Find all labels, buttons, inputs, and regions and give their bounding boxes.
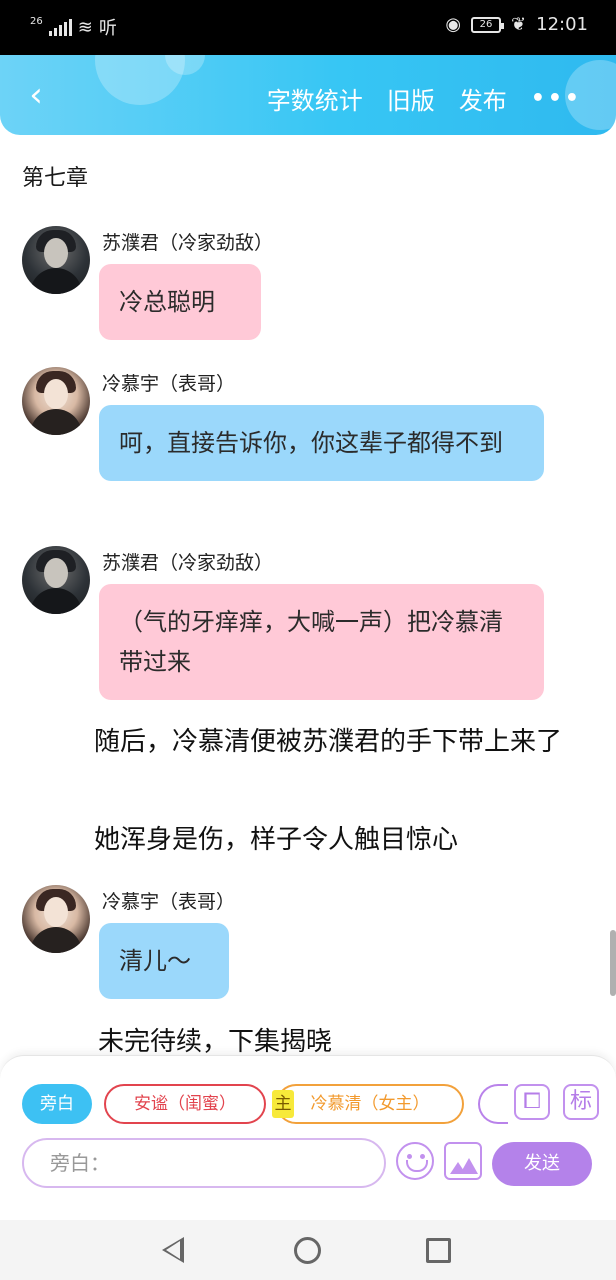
top-app-bar: ‹ 字数统计 旧版 发布 •••	[0, 55, 616, 135]
role-chip-label: 冷慕清（女主）	[310, 1094, 430, 1114]
message-bubble[interactable]: 呵，直接告诉你，你这辈子都得不到	[99, 405, 544, 481]
battery-level: 26	[479, 19, 493, 30]
emoji-icon[interactable]	[396, 1142, 434, 1180]
chapter-title: 第七章	[22, 166, 89, 191]
publish-link[interactable]: 发布	[459, 81, 507, 116]
carrier-text: 听	[98, 18, 117, 39]
role-chip-partial[interactable]	[478, 1084, 508, 1124]
leaf-icon: ❦	[511, 14, 527, 35]
speaker-name: 冷慕宇（表哥）	[102, 891, 236, 913]
wifi-icon: ≋	[77, 16, 93, 38]
status-bar: 26 ≋ 听 ◉ 26 ❦ 12:01	[0, 0, 616, 55]
role-chip-narrator[interactable]: 旁白	[22, 1084, 92, 1124]
nav-recents-icon[interactable]	[426, 1238, 451, 1263]
speaker-name: 苏濮君（冷家劲敌）	[102, 552, 274, 574]
more-dots-icon[interactable]: •••	[531, 86, 582, 111]
status-left: 26 ≋ 听	[30, 14, 117, 40]
role-chip-heroine[interactable]: 主 冷慕清（女主）	[272, 1084, 464, 1124]
main-role-tag: 主	[272, 1090, 294, 1118]
tag-button[interactable]: 标	[563, 1084, 599, 1120]
battery-icon: 26	[471, 16, 505, 33]
avatar[interactable]	[22, 885, 90, 953]
nav-back-icon[interactable]	[162, 1237, 184, 1263]
header-actions: 字数统计 旧版 发布 •••	[267, 81, 582, 116]
old-version-link[interactable]: 旧版	[387, 81, 435, 116]
message-bubble[interactable]: 冷总聪明	[99, 264, 261, 340]
chevron-left-icon: ‹	[29, 75, 43, 115]
message-bubble[interactable]: （气的牙痒痒，大喊一声）把冷慕清带过来	[99, 584, 544, 700]
word-count-link[interactable]: 字数统计	[267, 81, 363, 116]
chat-message[interactable]: 苏濮君（冷家劲敌） 冷总聪明	[22, 226, 602, 346]
composer-panel: 旁白 安谧（闺蜜） 主 冷慕清（女主） ⧠ 标 旁白： 发送	[0, 1055, 616, 1220]
back-button[interactable]: ‹	[18, 77, 54, 113]
chat-message[interactable]: 冷慕宇（表哥） 呵，直接告诉你，你这辈子都得不到	[22, 367, 602, 527]
chat-message[interactable]: 苏濮君（冷家劲敌） （气的牙痒痒，大喊一声）把冷慕清带过来	[22, 546, 602, 706]
status-right: ◉ 26 ❦ 12:01	[445, 14, 588, 35]
message-bubble[interactable]: 清儿～	[99, 923, 229, 999]
chat-message[interactable]: 冷慕宇（表哥） 清儿～	[22, 885, 602, 1005]
avatar[interactable]	[22, 546, 90, 614]
send-button[interactable]: 发送	[492, 1142, 592, 1186]
system-nav-bar	[0, 1220, 616, 1280]
contact-card-icon[interactable]: ⧠	[514, 1084, 550, 1120]
scrollbar[interactable]	[610, 930, 616, 996]
network-type: 26	[30, 15, 43, 27]
narration-text: 随后，冷慕清便被苏濮君的手下带上来了	[94, 727, 563, 757]
nav-home-icon[interactable]	[294, 1237, 321, 1264]
role-chip-bestie[interactable]: 安谧（闺蜜）	[104, 1084, 266, 1124]
image-icon[interactable]	[444, 1142, 482, 1180]
speaker-name: 冷慕宇（表哥）	[102, 373, 236, 395]
avatar[interactable]	[22, 226, 90, 294]
avatar[interactable]	[22, 367, 90, 435]
signal-icon	[48, 18, 72, 36]
narration-text: 她浑身是伤，样子令人触目惊心	[94, 825, 459, 855]
speaker-name: 苏濮君（冷家劲敌）	[102, 232, 274, 254]
clock: 12:01	[536, 14, 588, 35]
message-input[interactable]: 旁白：	[22, 1138, 386, 1188]
eye-icon: ◉	[445, 14, 462, 35]
